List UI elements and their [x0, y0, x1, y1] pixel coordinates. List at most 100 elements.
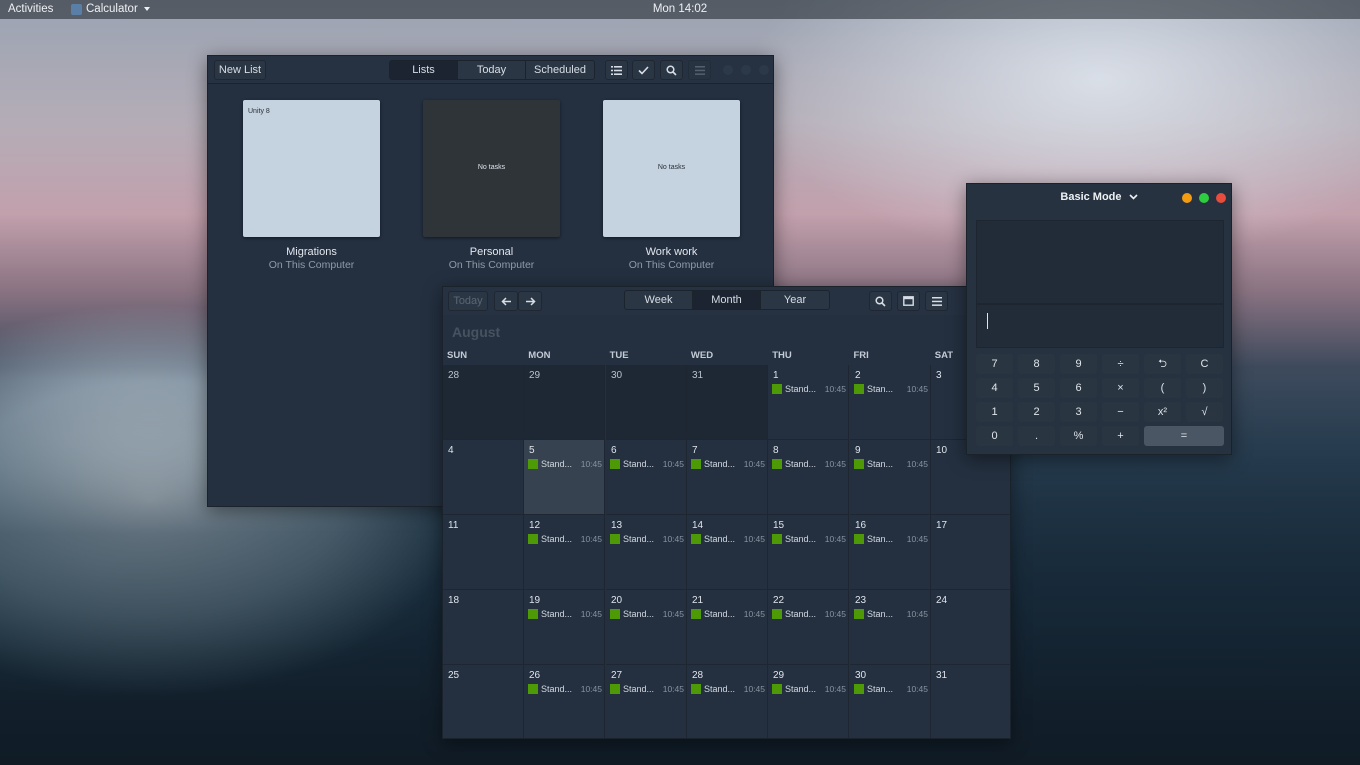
- day-cell[interactable]: 25: [443, 665, 524, 738]
- calendar-search-button[interactable]: [869, 291, 892, 311]
- today-button[interactable]: Today: [448, 291, 488, 311]
- tab-lists[interactable]: Lists: [390, 61, 458, 79]
- new-list-button[interactable]: New List: [214, 60, 266, 80]
- list-card-migrations[interactable]: Unity 8: [243, 100, 380, 237]
- key-close-paren[interactable]: ): [1186, 378, 1223, 398]
- day-cell[interactable]: 28: [443, 365, 524, 440]
- equation-input[interactable]: [976, 304, 1224, 348]
- day-cell[interactable]: 16 Stan... 10:45: [850, 515, 931, 590]
- event-item[interactable]: Stand... 10:45: [772, 533, 846, 545]
- maximize-button[interactable]: [741, 65, 751, 75]
- key-open-paren[interactable]: (: [1144, 378, 1181, 398]
- calendar-menu-button[interactable]: [925, 291, 948, 311]
- key-8[interactable]: 8: [1018, 354, 1055, 374]
- day-cell[interactable]: 30 Stan... 10:45: [850, 665, 931, 738]
- list-card-work-work[interactable]: No tasks: [603, 100, 740, 237]
- event-item[interactable]: Stand... 10:45: [772, 608, 846, 620]
- day-cell[interactable]: 31: [687, 365, 768, 440]
- day-cell[interactable]: 24: [931, 590, 1010, 665]
- tab-today[interactable]: Today: [458, 61, 526, 79]
- day-cell[interactable]: 30: [606, 365, 687, 440]
- key-7[interactable]: 7: [976, 354, 1013, 374]
- event-item[interactable]: Stan... 10:45: [854, 383, 928, 395]
- day-cell[interactable]: 15 Stand... 10:45: [768, 515, 849, 590]
- event-item[interactable]: Stand... 10:45: [772, 383, 846, 395]
- key-percent[interactable]: %: [1060, 426, 1097, 446]
- event-item[interactable]: Stand... 10:45: [610, 533, 684, 545]
- day-cell[interactable]: 4: [443, 440, 524, 515]
- key-add[interactable]: +: [1102, 426, 1139, 446]
- event-item[interactable]: Stand... 10:45: [528, 533, 602, 545]
- event-item[interactable]: Stand... 10:45: [691, 458, 765, 470]
- day-cell[interactable]: 18: [443, 590, 524, 665]
- event-item[interactable]: Stand... 10:45: [528, 458, 602, 470]
- clock[interactable]: Mon 14:02: [0, 3, 1360, 15]
- day-cell[interactable]: 20 Stand... 10:45: [606, 590, 687, 665]
- key-multiply[interactable]: ×: [1102, 378, 1139, 398]
- day-cell[interactable]: 11: [443, 515, 524, 590]
- day-cell[interactable]: 14 Stand... 10:45: [687, 515, 768, 590]
- day-cell[interactable]: 26 Stand... 10:45: [524, 665, 605, 738]
- event-item[interactable]: Stand... 10:45: [528, 608, 602, 620]
- menu-button[interactable]: [688, 60, 711, 80]
- event-item[interactable]: Stand... 10:45: [610, 458, 684, 470]
- day-cell[interactable]: 9 Stan... 10:45: [850, 440, 931, 515]
- day-cell[interactable]: 5 Stand... 10:45: [524, 440, 605, 515]
- event-item[interactable]: Stand... 10:45: [610, 608, 684, 620]
- previous-button[interactable]: [494, 291, 518, 311]
- day-cell[interactable]: 13 Stand... 10:45: [606, 515, 687, 590]
- tab-month[interactable]: Month: [693, 291, 761, 309]
- day-cell[interactable]: 21 Stand... 10:45: [687, 590, 768, 665]
- key-clear[interactable]: C: [1186, 354, 1223, 374]
- event-item[interactable]: Stan... 10:45: [854, 458, 928, 470]
- day-cell[interactable]: 29 Stand... 10:45: [768, 665, 849, 738]
- event-item[interactable]: Stan... 10:45: [854, 683, 928, 695]
- key-9[interactable]: 9: [1060, 354, 1097, 374]
- key-4[interactable]: 4: [976, 378, 1013, 398]
- event-item[interactable]: Stand... 10:45: [528, 683, 602, 695]
- day-cell[interactable]: 8 Stand... 10:45: [768, 440, 849, 515]
- tab-year[interactable]: Year: [761, 291, 829, 309]
- key-6[interactable]: 6: [1060, 378, 1097, 398]
- day-cell[interactable]: 7 Stand... 10:45: [687, 440, 768, 515]
- day-cell[interactable]: 23 Stan... 10:45: [850, 590, 931, 665]
- event-item[interactable]: Stan... 10:45: [854, 608, 928, 620]
- tab-scheduled[interactable]: Scheduled: [526, 61, 594, 79]
- key-2[interactable]: 2: [1018, 402, 1055, 422]
- close-button[interactable]: [1216, 193, 1226, 203]
- day-cell[interactable]: 12 Stand... 10:45: [524, 515, 605, 590]
- calendar-management-button[interactable]: [897, 291, 920, 311]
- key-square-root[interactable]: √: [1186, 402, 1223, 422]
- key-1[interactable]: 1: [976, 402, 1013, 422]
- minimize-button[interactable]: [1182, 193, 1192, 203]
- close-button[interactable]: [759, 65, 769, 75]
- event-item[interactable]: Stand... 10:45: [691, 608, 765, 620]
- event-item[interactable]: Stand... 10:45: [691, 683, 765, 695]
- day-cell[interactable]: 29: [524, 365, 605, 440]
- tab-week[interactable]: Week: [625, 291, 693, 309]
- day-cell[interactable]: 22 Stand... 10:45: [768, 590, 849, 665]
- key-3[interactable]: 3: [1060, 402, 1097, 422]
- event-item[interactable]: Stand... 10:45: [691, 533, 765, 545]
- day-cell[interactable]: 31: [931, 665, 1010, 738]
- show-completed-button[interactable]: [632, 60, 655, 80]
- key-subtract[interactable]: −: [1102, 402, 1139, 422]
- day-cell[interactable]: 1 Stand... 10:45: [768, 365, 849, 440]
- event-item[interactable]: Stand... 10:45: [772, 458, 846, 470]
- key-divide[interactable]: ÷: [1102, 354, 1139, 374]
- day-cell[interactable]: 28 Stand... 10:45: [687, 665, 768, 738]
- next-button[interactable]: [518, 291, 542, 311]
- day-cell[interactable]: 17: [931, 515, 1010, 590]
- day-cell[interactable]: 2 Stan... 10:45: [850, 365, 931, 440]
- key-equals[interactable]: =: [1144, 426, 1224, 446]
- key-square[interactable]: x²: [1144, 402, 1181, 422]
- list-view-button[interactable]: [605, 60, 628, 80]
- day-cell[interactable]: 19 Stand... 10:45: [524, 590, 605, 665]
- event-item[interactable]: Stand... 10:45: [772, 683, 846, 695]
- maximize-button[interactable]: [1199, 193, 1209, 203]
- event-item[interactable]: Stan... 10:45: [854, 533, 928, 545]
- day-cell[interactable]: 27 Stand... 10:45: [606, 665, 687, 738]
- key-decimal[interactable]: .: [1018, 426, 1055, 446]
- search-button[interactable]: [660, 60, 683, 80]
- list-card-personal[interactable]: No tasks: [423, 100, 560, 237]
